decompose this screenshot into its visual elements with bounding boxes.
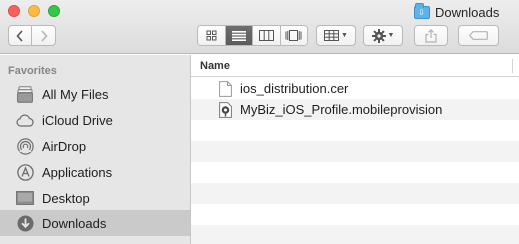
column-divider: [512, 59, 513, 73]
zoom-window-button[interactable]: [48, 5, 60, 17]
cover-flow-view-button[interactable]: [280, 26, 307, 45]
chevron-down-icon: ▼: [387, 32, 395, 39]
document-icon: [218, 80, 233, 97]
file-row[interactable]: MyBiz_iOS_Profile.mobileprovision: [191, 99, 519, 120]
sidebar-item-label: All My Files: [42, 86, 109, 102]
empty-row: [191, 183, 519, 204]
desktop-icon: [16, 189, 34, 207]
arrange-button[interactable]: ▼: [316, 25, 356, 46]
icon-view-button[interactable]: [198, 26, 226, 45]
chevron-right-icon: [40, 29, 48, 42]
sidebar-item-airdrop[interactable]: AirDrop: [0, 133, 190, 159]
arrange-grid-icon: [324, 30, 340, 41]
downloads-folder-icon: ⇩: [414, 2, 430, 19]
empty-row: [191, 120, 519, 141]
finder-window: ⇩ Downloads ▼ ▼ Favorites All My Files i…: [0, 0, 519, 244]
gear-icon: [371, 28, 386, 43]
sidebar-heading-favorites: Favorites: [8, 65, 57, 77]
all-files-icon: [16, 85, 34, 103]
back-button[interactable]: [8, 25, 32, 46]
sidebar-item-label: iCloud Drive: [42, 112, 113, 128]
empty-row: [191, 204, 519, 225]
provisioning-profile-icon: [218, 101, 233, 118]
cover-flow-icon: [285, 30, 302, 41]
toolbar: ⇩ Downloads ▼ ▼: [0, 0, 519, 54]
sidebar-item-desktop[interactable]: Desktop: [0, 185, 190, 211]
action-button[interactable]: ▼: [363, 25, 403, 46]
file-name: MyBiz_iOS_Profile.mobileprovision: [240, 102, 443, 117]
sidebar-item-downloads[interactable]: Downloads: [0, 210, 190, 236]
chevron-down-icon: ▼: [341, 32, 348, 39]
minimize-window-button[interactable]: [28, 5, 40, 17]
sidebar-item-label: Downloads: [42, 215, 107, 231]
empty-row: [191, 225, 519, 244]
chevron-left-icon: [16, 29, 23, 42]
empty-row: [191, 162, 519, 183]
list-view-button[interactable]: [225, 26, 253, 45]
downloads-icon: [16, 214, 34, 232]
sidebar-item-label: Desktop: [42, 190, 90, 206]
airdrop-icon: [16, 137, 34, 155]
sidebar-item-icloud-drive[interactable]: iCloud Drive: [0, 107, 190, 133]
icon-view-icon: [206, 30, 217, 41]
cloud-icon: [16, 111, 34, 129]
column-header-name[interactable]: Name: [191, 55, 519, 77]
share-button[interactable]: [414, 25, 448, 46]
list-view-icon: [231, 30, 246, 41]
window-title-text: Downloads: [435, 4, 500, 20]
file-list: Name ios_distribution.cer MyBiz_iOS_Prof…: [191, 55, 519, 244]
empty-row: [191, 141, 519, 162]
window-title: ⇩ Downloads: [414, 2, 500, 20]
share-icon: [425, 28, 437, 43]
tags-button[interactable]: [458, 25, 499, 46]
column-view-button[interactable]: [253, 26, 281, 45]
sidebar-item-applications[interactable]: Applications: [0, 159, 190, 185]
applications-icon: [16, 163, 34, 181]
sidebar: Favorites All My Files iCloud Drive AirD…: [0, 55, 191, 244]
sidebar-item-label: Applications: [42, 164, 113, 180]
file-name: ios_distribution.cer: [240, 81, 349, 96]
column-view-icon: [258, 30, 274, 41]
forward-button[interactable]: [31, 25, 56, 46]
sidebar-item-all-my-files[interactable]: All My Files: [0, 81, 190, 107]
close-window-button[interactable]: [8, 5, 20, 17]
column-header-label: Name: [200, 60, 230, 72]
file-row[interactable]: ios_distribution.cer: [191, 78, 519, 99]
view-mode-control: [197, 25, 308, 46]
tag-icon: [469, 31, 488, 40]
sidebar-item-label: AirDrop: [42, 138, 87, 154]
